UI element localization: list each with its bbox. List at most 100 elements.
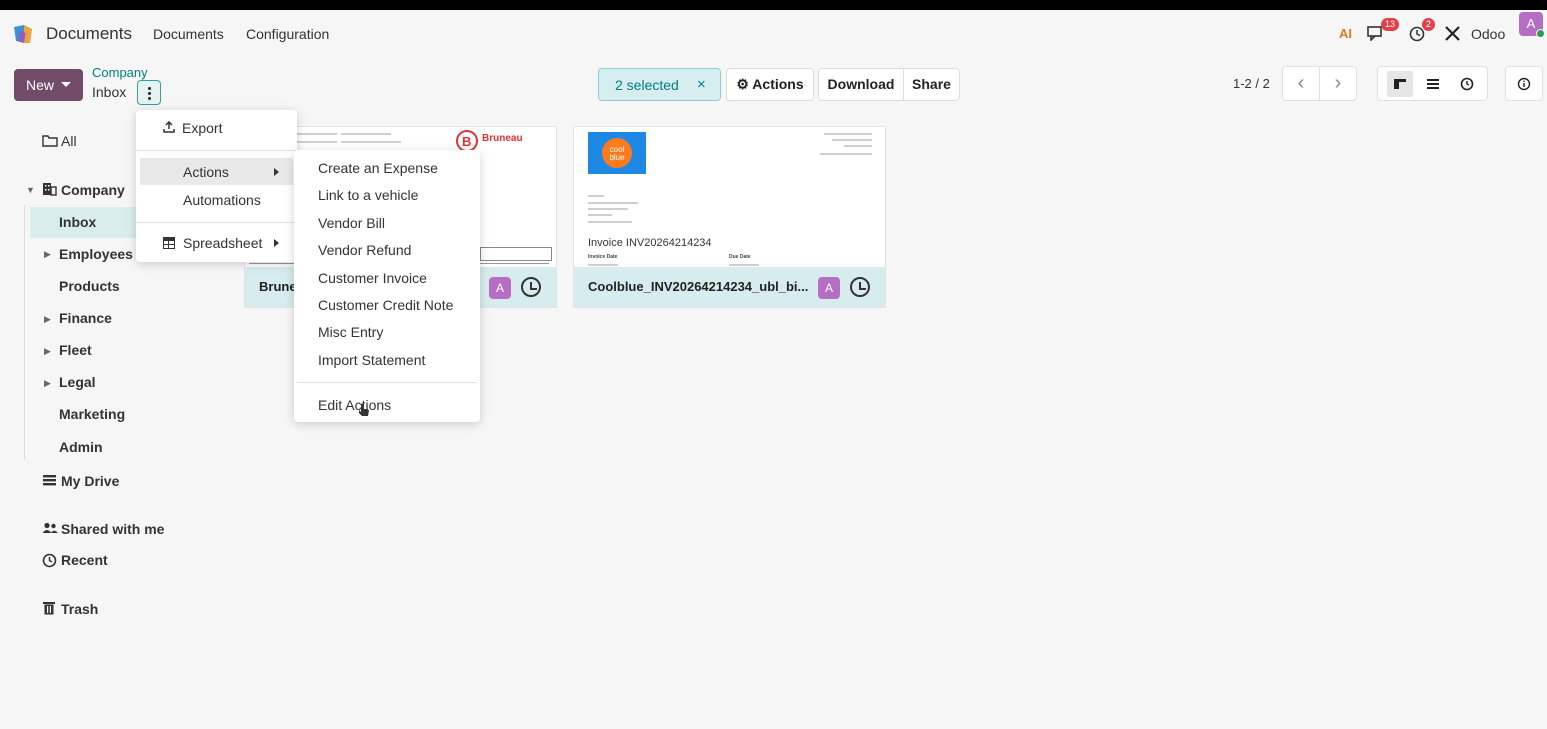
caret-right-icon[interactable]: ▶ [44,346,51,357]
messages-badge: 13 [1381,18,1400,31]
action-import-statement[interactable]: Import Statement [318,352,425,368]
actions-button[interactable]: ⚙ Actions [726,68,814,101]
invoice-date-label: Invoice Date [588,254,618,260]
caret-down-icon[interactable]: ▼ [26,185,35,195]
new-button[interactable]: New [14,69,83,101]
breadcrumb-current: Inbox [92,84,127,100]
sidebar-item-recent[interactable]: Recent [61,552,108,568]
caret-right-icon [274,239,279,247]
pager-next-button[interactable]: › [1319,66,1357,101]
selected-count: 2 selected [615,77,679,93]
sidebar-item-fleet[interactable]: Fleet [59,342,92,358]
app-title[interactable]: Documents [46,24,132,44]
trash-icon [43,602,55,615]
card-footer: Coolblue_INV20264214234_ubl_bi... A [574,267,885,307]
vendor-logo-text: cool blue [609,145,625,162]
document-name[interactable]: Coolblue_INV20264214234_ubl_bi... [588,279,808,294]
gear-icon: ⚙ [736,76,749,92]
coolblue-logo: cool blue [588,132,646,174]
document-card[interactable]: cool blue Invoice INV20264214234 Invoice… [573,126,886,308]
pager-value[interactable]: 1-2 / 2 [1233,76,1270,91]
online-status-dot [1536,29,1545,38]
caret-right-icon [274,168,279,176]
breadcrumb-company[interactable]: Company [92,65,148,80]
sidebar-item-products[interactable]: Products [59,278,120,294]
pager-previous-button[interactable]: ‹ [1282,66,1320,101]
caret-down-icon [61,82,71,87]
clock-icon [42,553,57,568]
action-misc-entry[interactable]: Misc Entry [318,324,383,340]
menu-documents[interactable]: Documents [153,26,224,42]
sidebar-item-employees[interactable]: Employees - [59,246,141,262]
owner-avatar[interactable]: A [818,277,840,299]
action-customer-credit-note[interactable]: Customer Credit Note [318,297,453,313]
sidebar-item-marketing[interactable]: Marketing [59,406,125,422]
chevron-left-icon: ‹ [1297,72,1305,94]
caret-right-icon[interactable]: ▶ [44,249,51,260]
clear-selection-icon[interactable]: × [697,76,706,93]
sidebar-item-my-drive[interactable]: My Drive [61,473,119,489]
folder-icon [42,135,58,147]
chevron-right-icon: › [1334,72,1342,94]
debug-tools-icon[interactable] [1444,25,1461,42]
menu-spreadsheet[interactable]: Spreadsheet [183,235,262,251]
action-create-expense[interactable]: Create an Expense [318,160,438,176]
document-preview: cool blue Invoice INV20264214234 Invoice… [574,127,885,269]
tree-guide-line [24,205,25,460]
clock-icon [1460,77,1474,91]
svg-text:B: B [462,134,471,149]
main-navbar: Documents Documents Configuration AI 13 … [0,10,1547,56]
sidebar-item-admin[interactable]: Admin [59,439,103,455]
list-view-button[interactable] [1420,71,1446,97]
action-link-vehicle[interactable]: Link to a vehicle [318,187,418,203]
menu-actions[interactable]: Actions [183,164,229,180]
menu-divider [297,382,477,383]
kanban-view-button[interactable] [1387,71,1413,97]
sidebar-item-legal[interactable]: Legal [59,374,96,390]
document-name[interactable]: Brune [259,279,297,294]
actions-submenu: Create an Expense Link to a vehicle Vend… [294,150,480,422]
owner-avatar[interactable]: A [489,277,511,299]
hand-cursor-icon [359,404,369,416]
caret-right-icon[interactable]: ▶ [44,378,51,389]
activities-badge: 2 [1422,18,1436,31]
action-vendor-bill[interactable]: Vendor Bill [318,215,385,231]
share-button[interactable]: Share [903,68,960,101]
menu-configuration[interactable]: Configuration [246,26,329,42]
info-icon [1517,77,1531,91]
activity-clock-icon[interactable] [521,277,541,297]
sidebar-item-company[interactable]: Company [61,182,125,198]
folder-actions-kebab-button[interactable] [137,80,161,105]
menu-automations[interactable]: Automations [183,192,261,208]
documents-app-icon[interactable] [12,23,34,45]
spreadsheet-icon [163,237,175,249]
caret-right-icon[interactable]: ▶ [44,314,51,325]
info-button[interactable] [1505,66,1543,101]
action-customer-invoice[interactable]: Customer Invoice [318,270,427,286]
actions-button-label: Actions [752,76,804,92]
menu-divider [136,222,297,223]
sidebar-item-trash[interactable]: Trash [61,601,98,617]
activity-view-button[interactable] [1454,71,1480,97]
sidebar-item-shared[interactable]: Shared with me [61,521,164,537]
users-icon [42,522,58,533]
new-button-label: New [26,77,55,93]
list-icon [1427,79,1439,89]
upload-icon [163,121,175,133]
activity-clock-icon[interactable] [850,277,870,297]
selection-pill: 2 selected × [598,68,721,101]
sidebar-item-inbox[interactable]: Inbox [59,214,96,230]
due-date-label: Due Date [729,254,751,260]
building-icon [43,183,57,196]
menu-divider [136,150,297,151]
company-switcher[interactable]: Odoo [1471,26,1505,42]
drive-list-icon [43,475,56,486]
menu-export[interactable]: Export [182,120,222,136]
sidebar-item-finance[interactable]: Finance [59,310,112,326]
ai-icon[interactable]: AI [1339,26,1352,41]
top-black-bar [0,0,1547,10]
download-button[interactable]: Download [818,68,904,101]
action-edit-actions[interactable]: Edit Actions [318,397,391,413]
action-vendor-refund[interactable]: Vendor Refund [318,242,411,258]
sidebar-item-all[interactable]: All [61,133,77,149]
